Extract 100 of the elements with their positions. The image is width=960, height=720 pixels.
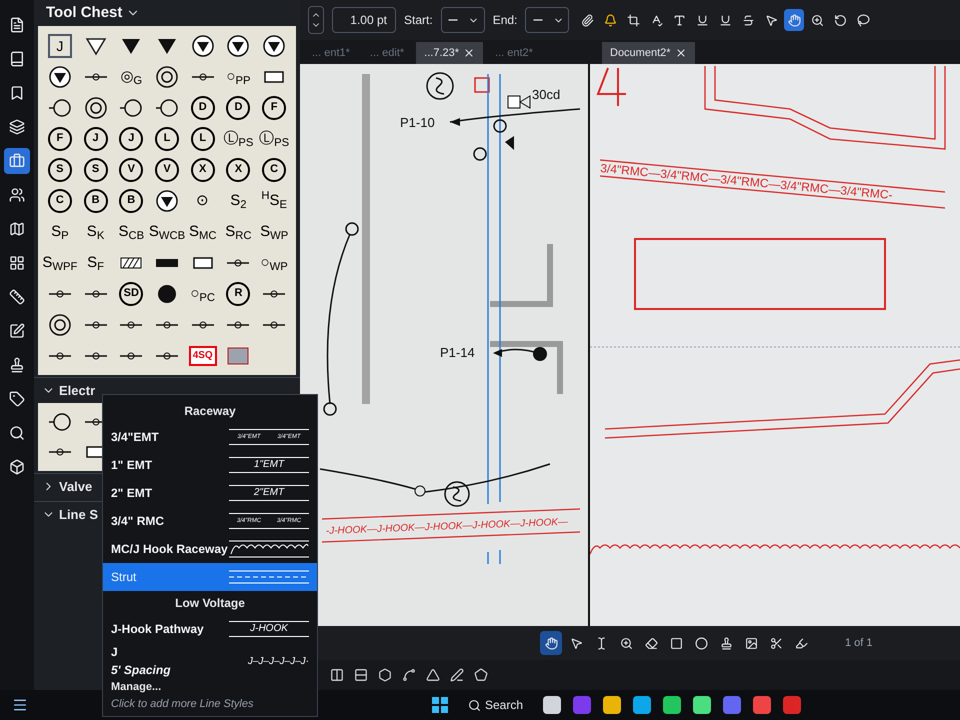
symbol-tool[interactable]: ○$_{PC}$ bbox=[190, 280, 216, 308]
line-width-field[interactable]: 1.00 pt bbox=[332, 7, 396, 33]
start-select[interactable] bbox=[440, 7, 485, 33]
symbol-tool[interactable]: $^{H}$S$_{E}$ bbox=[261, 186, 287, 214]
junction-box-drawing bbox=[474, 77, 490, 93]
symbol-tool[interactable]: S$_{P}$ bbox=[51, 218, 69, 246]
symbol-tool[interactable]: Ⓛ$_{PS}$ bbox=[223, 124, 254, 152]
document-tab[interactable]: ... edit* bbox=[362, 42, 412, 64]
symbol-tool[interactable]: S$_{F}$ bbox=[87, 248, 104, 276]
columns-icon[interactable] bbox=[330, 668, 344, 682]
bell-icon bbox=[604, 14, 617, 26]
line-style-item[interactable]: 2" EMT 2"EMT bbox=[103, 479, 317, 507]
circuit-label: P1-14 bbox=[440, 345, 475, 360]
symbol-tool[interactable]: S$_{WP}$ bbox=[260, 218, 288, 246]
rows-icon[interactable] bbox=[354, 668, 368, 682]
markup-tool-button[interactable] bbox=[540, 631, 562, 655]
app-icon[interactable] bbox=[603, 696, 622, 714]
symbol-tool[interactable]: X bbox=[190, 158, 215, 182]
search-icon bbox=[468, 698, 481, 712]
symbol-tool[interactable]: S$_{RC}$ bbox=[225, 218, 252, 246]
tab-label: Document2* bbox=[610, 46, 671, 61]
triangle-icon[interactable] bbox=[426, 668, 440, 682]
taskbar-search[interactable]: Search bbox=[460, 696, 532, 714]
symbol-tool[interactable]: V bbox=[119, 158, 144, 182]
symbol-tool[interactable]: ◎$_{G}$ bbox=[120, 62, 142, 90]
toolbar-button[interactable] bbox=[784, 9, 804, 31]
curve-icon[interactable] bbox=[402, 668, 416, 682]
pen-icon[interactable] bbox=[450, 668, 464, 682]
symbol-tool[interactable]: J bbox=[119, 126, 144, 150]
line-style-item[interactable]: MC/J Hook Raceway bbox=[103, 535, 317, 563]
double-circle-icon[interactable] bbox=[154, 64, 179, 88]
app-icon[interactable] bbox=[663, 696, 682, 714]
stamp-icon bbox=[9, 357, 25, 373]
symbol-tool[interactable]: F bbox=[262, 96, 286, 120]
symbol-tool[interactable]: F bbox=[48, 126, 72, 150]
search-icon bbox=[9, 425, 25, 441]
symbol-tool[interactable]: S$_{WPF}$ bbox=[42, 248, 78, 276]
tab-label: ... ent1* bbox=[312, 46, 350, 61]
symbol-tool[interactable]: 4SQ bbox=[188, 346, 217, 366]
bookmark-icon bbox=[9, 85, 25, 101]
menu-header: Raceway bbox=[183, 403, 237, 420]
menu-icon[interactable] bbox=[12, 697, 28, 713]
stepper[interactable] bbox=[308, 6, 324, 34]
double-circle-icon[interactable] bbox=[84, 96, 108, 120]
line-style-item[interactable]: J 5' Spacing J–J–J–J–J–J· bbox=[103, 643, 317, 679]
symbol-tool[interactable]: C bbox=[48, 188, 72, 212]
line-style-item[interactable]: Strut bbox=[103, 563, 317, 591]
hexagon-icon[interactable] bbox=[378, 668, 392, 682]
start-label: Start: bbox=[404, 12, 433, 29]
symbol-tool[interactable]: S$_{CB}$ bbox=[118, 218, 144, 246]
app-icon[interactable] bbox=[633, 696, 652, 714]
symbol-tool[interactable]: ○$_{WP}$ bbox=[260, 248, 288, 276]
section-label: Electr bbox=[59, 382, 96, 400]
rail-button[interactable] bbox=[4, 148, 30, 174]
pentagon-icon[interactable] bbox=[474, 668, 488, 682]
document-tab[interactable]: Document2* bbox=[602, 42, 695, 64]
document-icon bbox=[9, 17, 25, 33]
symbol-tool[interactable]: R bbox=[226, 282, 250, 306]
underline-icon bbox=[718, 14, 732, 26]
symbol-tool[interactable]: S$_{K}$ bbox=[86, 218, 104, 246]
symbol-tool[interactable]: ⊙ bbox=[196, 186, 210, 214]
zoom-icon bbox=[810, 14, 824, 26]
symbol-tool[interactable]: B bbox=[119, 188, 144, 212]
jhook-run-drawing: -J-HOOK—J-HOOK—J-HOOK—J-HOOK—J-HOOK— bbox=[321, 508, 581, 543]
app-icon[interactable] bbox=[693, 696, 712, 714]
symbol-tool[interactable]: S bbox=[48, 158, 72, 182]
line-style-item[interactable]: 1" EMT 1"EMT bbox=[103, 451, 317, 479]
manage-link[interactable]: Manage... bbox=[103, 679, 317, 696]
rotate-icon bbox=[834, 14, 847, 26]
symbol-tool[interactable]: L bbox=[154, 126, 179, 150]
app-icon[interactable] bbox=[543, 696, 562, 714]
document-tab[interactable]: ... ent2* bbox=[487, 42, 541, 64]
symbol-tool[interactable]: B bbox=[84, 188, 108, 212]
symbol-tool[interactable]: D bbox=[226, 96, 250, 120]
symbol-tool[interactable]: J bbox=[84, 126, 108, 150]
end-label: End: bbox=[492, 12, 518, 29]
symbol-tool[interactable]: S$_{2}$ bbox=[230, 186, 247, 214]
symbol-tool[interactable]: ○$_{PP}$ bbox=[226, 62, 250, 90]
symbol-tool[interactable]: J bbox=[48, 34, 72, 58]
document-tab[interactable]: ... ent1* bbox=[304, 42, 358, 64]
hand-icon bbox=[544, 636, 558, 650]
close-icon[interactable] bbox=[674, 47, 687, 59]
document-tab[interactable]: ...7.23* bbox=[416, 42, 484, 64]
symbol-tool[interactable]: S$_{MC}$ bbox=[188, 218, 216, 246]
close-icon[interactable] bbox=[463, 47, 476, 59]
symbol-tool[interactable]: SD bbox=[119, 282, 144, 306]
symbol-tool[interactable]: S bbox=[84, 158, 108, 182]
preview-label: J-HOOK bbox=[250, 624, 288, 634]
symbol-tool[interactable]: S$_{WCB}$ bbox=[148, 218, 186, 246]
style-label: 3/4"EMT bbox=[111, 429, 159, 446]
tab-label: ... edit* bbox=[370, 46, 404, 61]
symbol-tool[interactable]: C bbox=[262, 158, 286, 182]
symbol-tool[interactable]: Ⓛ$_{PS}$ bbox=[259, 124, 290, 152]
symbol-tool[interactable]: X bbox=[226, 158, 250, 182]
symbol-tool[interactable]: V bbox=[154, 158, 179, 182]
symbol-tool[interactable]: D bbox=[190, 96, 215, 120]
windows-logo-icon[interactable] bbox=[432, 697, 448, 713]
line-style-item[interactable]: J-Hook Pathway J-HOOK bbox=[103, 615, 317, 643]
symbol-tool[interactable]: L bbox=[190, 126, 215, 150]
double-circle-icon[interactable] bbox=[48, 312, 72, 336]
